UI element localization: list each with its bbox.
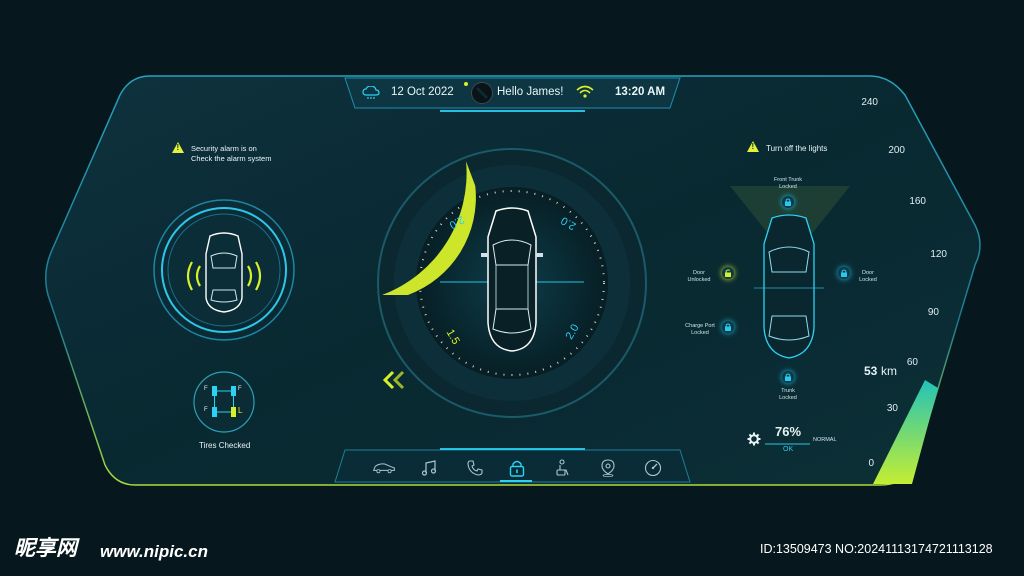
notification-dot — [464, 82, 468, 86]
phone-icon — [467, 460, 483, 476]
car-top-view-left — [186, 232, 262, 313]
nav-seat-button[interactable] — [551, 456, 575, 480]
alarm-line-2: Check the alarm system — [191, 154, 272, 163]
header-date: 12 Oct 2022 — [391, 86, 454, 98]
door-right-label-line2: Locked — [859, 276, 877, 283]
current-speed-value: 53 — [864, 364, 878, 378]
trunk-lock-button[interactable] — [782, 371, 794, 383]
pressure-level-fill — [382, 161, 476, 295]
front-trunk-label-line1: Front Trunk — [773, 177, 803, 183]
tire-label-fr: F — [238, 386, 242, 392]
tire-label-rl: F — [204, 407, 208, 413]
lock-icon — [785, 373, 791, 381]
nav-lock-button[interactable] — [505, 456, 529, 480]
trunk-label-line2: Locked — [779, 394, 797, 401]
music-icon — [421, 460, 437, 476]
charge-port-label-line1: Charge Port — [685, 323, 715, 329]
gauge-icon — [644, 459, 662, 477]
lights-warning-icon — [747, 141, 759, 152]
lock-icon — [725, 323, 731, 331]
tire-label-fl: F — [204, 386, 208, 392]
watermark-url: www.nipic.cn — [100, 542, 208, 561]
location-icon — [601, 459, 615, 477]
lock-icon — [841, 269, 847, 277]
door-left-label: Door Unlocked — [683, 270, 715, 283]
lights-warning-text: Turn off the lights — [766, 144, 828, 153]
nav-gauge-button[interactable] — [641, 456, 665, 480]
wifi-icon — [576, 85, 594, 104]
door-left-lock-button[interactable] — [722, 267, 734, 279]
front-trunk-label: Front Trunk Locked — [768, 177, 808, 190]
speed-tick-120: 120 — [930, 249, 947, 260]
alarm-line-1: Security alarm is on — [191, 144, 257, 153]
battery-mode: NORMAL — [813, 437, 837, 443]
door-right-lock-button[interactable] — [838, 267, 850, 279]
battery-status: OK — [783, 446, 794, 453]
lock-icon — [509, 460, 525, 477]
charge-port-label-line2: Locked — [691, 329, 709, 336]
front-trunk-lock-button[interactable] — [782, 196, 794, 208]
nav-music-button[interactable] — [417, 456, 441, 480]
nav-location-button[interactable] — [596, 456, 620, 480]
speed-tick-0: 0 — [868, 458, 874, 469]
nav-car-button[interactable] — [372, 456, 396, 480]
speed-tick-200: 200 — [888, 145, 905, 156]
speed-tick-240: 240 — [861, 97, 878, 108]
trunk-label: Trunk Locked — [772, 388, 804, 401]
unlock-icon — [725, 269, 731, 277]
alarm-warning-icon — [172, 142, 184, 153]
battery-percent: 76% — [775, 424, 802, 439]
car-icon — [372, 463, 395, 474]
nav-phone-button[interactable] — [463, 456, 487, 480]
seat-icon — [556, 459, 569, 476]
lock-icon — [785, 198, 791, 206]
charge-port-lock-button[interactable] — [722, 321, 734, 333]
front-trunk-label-line2: Locked — [779, 183, 797, 190]
car-top-view-center — [481, 207, 543, 352]
speed-tick-160: 160 — [909, 196, 926, 207]
chevron-left-icon — [382, 370, 395, 390]
speed-tick-30: 30 — [886, 403, 898, 414]
door-left-label-line2: Unlocked — [687, 276, 711, 283]
watermark-id: ID:13509473 NO:20241113174721113128 — [760, 542, 993, 556]
car-top-view-right — [754, 214, 824, 359]
cloud-icon — [362, 85, 380, 105]
alarm-warning-text: Security alarm is on Check the alarm sys… — [191, 144, 271, 164]
door-right-label: Door Locked — [853, 270, 883, 283]
settings-gear-icon[interactable] — [747, 432, 761, 451]
tire-label-rr: L — [238, 406, 243, 415]
avatar[interactable] — [471, 82, 493, 104]
charge-port-label: Charge Port Locked — [680, 323, 720, 336]
speed-tick-90: 90 — [927, 307, 939, 318]
header-time: 13:20 AM — [615, 86, 666, 98]
current-speed-unit: km — [881, 364, 897, 378]
tires-status-text: Tires Checked — [199, 441, 251, 450]
greeting-text: Hello James! — [497, 86, 564, 98]
watermark-logo: 昵享网 — [14, 537, 77, 560]
